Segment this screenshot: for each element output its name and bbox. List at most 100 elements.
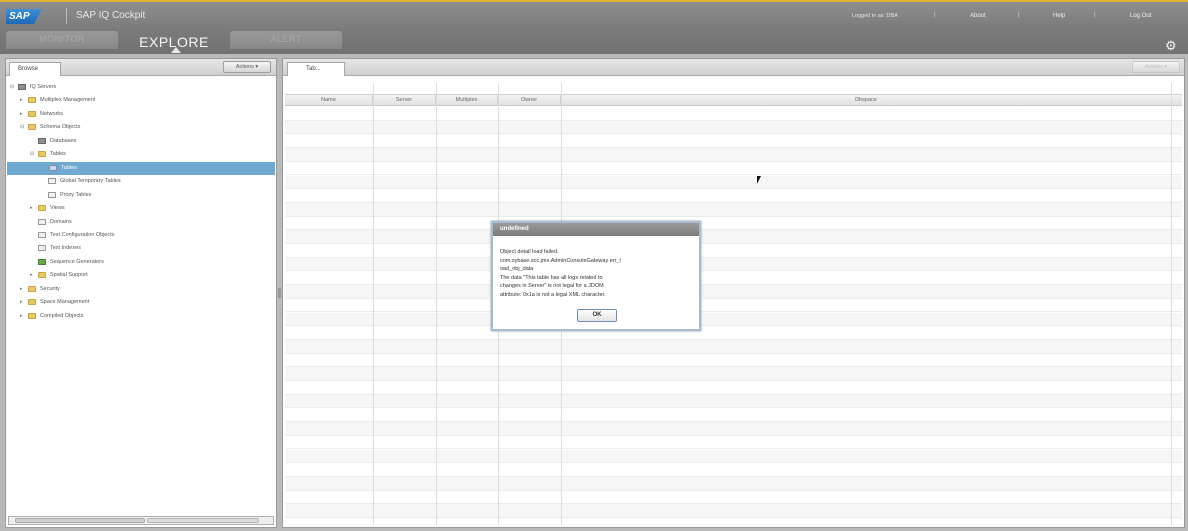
tab-monitor[interactable]: MONITOR [6,31,118,49]
tab-tables[interactable]: Tab... [287,62,345,76]
table-row[interactable] [285,230,1182,244]
header-separator: | [1018,12,1020,18]
table-row[interactable] [285,449,1182,464]
panel-splitter-handle[interactable] [278,288,281,298]
tree-expand-toggle-icon[interactable]: ▸ [20,283,26,296]
tree-expand-toggle-icon[interactable]: ▸ [20,296,26,309]
tree-expand-toggle-icon[interactable]: ⊟ [10,81,16,94]
header-separator: | [1094,12,1096,18]
tree-expand-toggle-icon[interactable]: ▸ [20,108,26,121]
tab-browse[interactable]: Browse [9,62,61,76]
table-row[interactable] [285,217,1182,231]
tree-expand-toggle-icon[interactable]: ▸ [20,94,26,107]
detail-actions-button[interactable]: Actions ▾ [1132,61,1180,73]
text-index-icon [38,245,46,252]
tree-node[interactable]: Domains [6,216,274,229]
table-row[interactable] [285,120,1182,135]
browse-actions-button[interactable]: Actions ▾ [223,61,271,73]
table-row[interactable] [285,476,1182,491]
settings-gear-icon[interactable]: ⚙ [1165,39,1177,52]
tree-node[interactable]: ▸ Security [6,283,274,296]
tree-node[interactable]: ⊟ Tables [6,148,274,161]
column-header-name[interactable]: Name [285,95,373,105]
table-row[interactable] [285,299,1182,313]
table-row[interactable] [285,202,1182,217]
table-row[interactable] [285,271,1182,286]
table-row[interactable] [285,244,1182,258]
table-row[interactable] [285,491,1182,505]
tables-grid: Name Server Multiplex Owner Dbspace [285,83,1182,525]
dialog-message-line: com.sybase.scc.jmx.AdminConsoleGateway e… [500,257,621,264]
logout-link[interactable]: Log Out [1130,13,1151,19]
folder-icon [28,124,36,131]
text-config-icon [38,231,46,238]
column-header-server[interactable]: Server [373,95,436,105]
error-dialog: undefined Object detail load failed. com… [491,221,701,331]
tree-node-label: Networks [40,110,63,117]
table-row[interactable] [285,394,1182,409]
scrollbar-track[interactable] [147,518,259,523]
table-row[interactable] [285,339,1182,354]
table-row[interactable] [285,285,1182,299]
table-row[interactable] [285,354,1182,368]
tree-node[interactable]: ▸ Networks [6,108,274,121]
tree-expand-toggle-icon[interactable]: ⊟ [20,121,26,134]
table-row[interactable] [285,175,1182,190]
detail-tab-bar: Tab... Actions ▾ [283,59,1184,76]
tree-horizontal-scrollbar[interactable] [8,516,274,525]
tree-node[interactable]: Global Temporary Tables [6,175,274,188]
table-row[interactable] [285,107,1182,121]
table-row[interactable] [285,408,1182,423]
help-link[interactable]: Help [1053,13,1065,19]
scrollbar-thumb[interactable] [15,518,145,523]
ok-button[interactable]: OK [577,309,617,322]
tree-node[interactable]: Tables [7,161,275,175]
column-header-dbspace[interactable]: Dbspace [561,95,1171,105]
tree-expand-toggle-icon[interactable]: ▸ [30,202,36,215]
dialog-message-line: Object detail load failed. [500,249,559,255]
table-row[interactable] [285,504,1182,518]
table-row[interactable] [285,312,1182,327]
table-row[interactable] [285,257,1182,272]
tree-node[interactable]: ▸ Views [6,202,274,215]
table-row[interactable] [285,367,1182,381]
table-row[interactable] [285,381,1182,395]
tab-alert[interactable]: ALERT [230,31,342,49]
tree-expand-toggle-icon[interactable]: ⊟ [30,148,36,161]
tree-node[interactable]: ⊟ Schema Objects [6,121,274,134]
tree-node[interactable]: ▸ Compiled Objects [6,310,274,323]
header-separator: | [934,12,936,18]
tree-node-label: IQ Servers [30,84,57,90]
table-row[interactable] [285,326,1182,340]
table-row[interactable] [285,463,1182,477]
tree-node[interactable]: ⊟ IQ Servers [6,81,274,94]
folder-icon [28,97,36,104]
tree-expand-toggle-icon[interactable]: ▸ [20,310,26,323]
tab-explore[interactable]: EXPLORE [118,30,230,50]
column-header-multiplex[interactable]: Multiplex [436,95,498,105]
tree-node[interactable]: Sequence Generators [6,256,274,269]
dialog-message: Object detail load failed. com.sybase.sc… [500,248,694,300]
tree-expand-toggle-icon[interactable]: ▸ [30,269,36,282]
detail-panel: Tab... Actions ▾ Name Server Multiplex O… [282,58,1185,528]
column-header-owner[interactable]: Owner [498,95,561,105]
folder-icon [38,205,46,212]
table-row[interactable] [285,162,1182,176]
about-link[interactable]: About [970,13,986,19]
dialog-message-line: attribute: 0x1a is not a legal XML chara… [500,291,606,298]
browse-tab-bar: Browse Actions ▾ [6,59,276,76]
logged-in-user: Logged in as: DBA [852,13,898,19]
tree-node[interactable]: Text Indexes [6,242,274,255]
tree-node[interactable]: ▸ Spatial Support [6,269,274,282]
table-row[interactable] [285,189,1182,203]
tree-node[interactable]: Databases [6,135,274,148]
tree-node[interactable]: ▸ Multiplex Management [6,94,274,107]
table-row[interactable] [285,436,1182,450]
tree-node[interactable]: ▸ Space Management [6,296,274,309]
table-row[interactable] [285,134,1182,149]
table-row[interactable] [285,422,1182,436]
tree-node[interactable]: Text Configuration Objects [6,229,274,242]
tree-node-label: Text Configuration Objects [50,231,115,238]
table-row[interactable] [285,148,1182,162]
tree-node[interactable]: Proxy Tables [6,189,274,202]
